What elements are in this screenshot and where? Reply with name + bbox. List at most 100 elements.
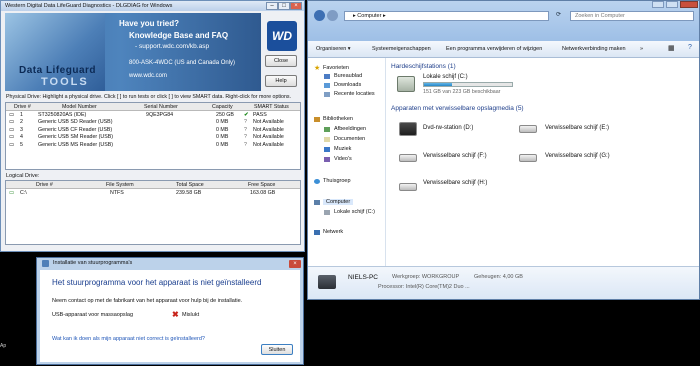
nav-music[interactable]: Muziek (334, 146, 351, 152)
workgroup: Werkgroep: WORKGROUP (392, 274, 460, 280)
table-row[interactable]: ▭ 5 Generic USB MS Reader (USB) 0 MB? Not Av… (6, 141, 300, 148)
minimize-button[interactable]: – (266, 2, 278, 10)
col-drive[interactable]: Drive # (14, 104, 31, 110)
removable-group-header[interactable]: Apparaten met verwisselbare opslagmedia … (391, 105, 524, 112)
help-button[interactable]: Help (265, 75, 297, 87)
col-serial[interactable]: Serial Number (144, 104, 178, 110)
col-filesystem[interactable]: File System (106, 182, 134, 188)
nav-local-disk[interactable]: Lokale schijf (C:) (334, 209, 375, 215)
dvd-drive-icon[interactable] (399, 122, 417, 136)
nav-computer[interactable]: Computer (323, 199, 354, 205)
nav-downloads[interactable]: Downloads (334, 82, 361, 88)
device-icon (42, 260, 49, 267)
nav-desktop[interactable]: Bureaublad (334, 73, 362, 79)
help-icon[interactable]: ? (688, 44, 692, 51)
table-row[interactable]: ▭ 2 Generic USB SD Reader (USB) 0 MB? Not Av… (6, 118, 300, 125)
nav-favorites[interactable]: Favorieten (323, 65, 349, 71)
star-icon: ★ (314, 65, 321, 72)
dvd-drive-label[interactable]: Dvd-rw-station (D:) (423, 125, 473, 131)
col-capacity[interactable]: Capacity (212, 104, 233, 110)
toolbar-more[interactable]: » (640, 46, 643, 52)
toolbar-uninstall[interactable]: Een programma verwijderen of wijzigen (446, 46, 542, 52)
drive-icon: ▭ (9, 126, 15, 133)
removable-g-label[interactable]: Verwisselbare schijf (G:) (545, 153, 610, 159)
removable-h-label[interactable]: Verwisselbare schijf (H:) (423, 180, 487, 186)
computer-icon (318, 275, 336, 289)
toolbar-organize[interactable]: Organiseren ▾ (316, 46, 351, 52)
pictures-icon (324, 127, 330, 132)
cell-capacity: 0 MB (216, 126, 229, 133)
hdd-group-header[interactable]: Hardeschijfstations (1) (391, 63, 456, 70)
close-window-button[interactable] (680, 1, 698, 8)
cell-smart: Not Available (253, 134, 284, 141)
maximize-button[interactable] (666, 1, 678, 8)
help-phone: 800-ASK-4WDC (US and Canada Only) (129, 60, 236, 66)
col-free[interactable]: Free Space (248, 182, 275, 188)
back-arrow-icon[interactable] (314, 10, 325, 21)
explorer-window: ▸ Computer ▸ ⟳ Zoeken in Computer Organi… (307, 0, 700, 300)
error-x-icon: ✖ (172, 310, 179, 319)
explorer-content: Hardeschijfstations (1) Lokale schijf (C… (387, 58, 699, 266)
local-disk-free: 151 GB van 223 GB beschikbaar (423, 89, 501, 95)
network-icon (314, 230, 320, 235)
col-model[interactable]: Model Number (62, 104, 97, 110)
nav-libraries[interactable]: Bibliotheken (323, 116, 353, 122)
maximize-button[interactable]: □ (278, 2, 290, 10)
table-row[interactable]: ▭ 4 Generic USB SM Reader (USB) 0 MB? Not Av… (6, 133, 300, 140)
col-logical-drive[interactable]: Drive # (36, 182, 53, 188)
col-total[interactable]: Total Space (176, 182, 204, 188)
table-row[interactable]: ▭ C:\ NTFS 239.58 GB 163.08 GB (6, 189, 300, 196)
close-window-button[interactable]: × (290, 2, 302, 10)
wd-diagnostics-window: Western Digital Data LifeGuard Diagnosti… (0, 0, 305, 252)
search-input[interactable]: Zoeken in Computer (570, 11, 694, 21)
removable-drive-icon[interactable] (399, 154, 417, 162)
driver-install-dialog: Installatie van stuurprogramma's × Het s… (36, 257, 304, 365)
help-url[interactable]: - support.wdc.com/kb.asp (135, 43, 209, 50)
refresh-icon[interactable]: ⟳ (556, 11, 564, 21)
drive-icon: ▭ (9, 112, 15, 118)
table-row[interactable]: ▭ 3 Generic USB CF Reader (USB) 0 MB? Not Av… (6, 126, 300, 133)
dialog-heading: Het stuurprogramma voor het apparaat is … (52, 278, 262, 287)
removable-drive-icon[interactable] (519, 125, 537, 133)
cell-capacity: 0 MB (216, 141, 229, 148)
cell-capacity: 0 MB (216, 119, 229, 126)
removable-drive-icon[interactable] (399, 183, 417, 191)
device-status: Mislukt (182, 312, 200, 318)
nav-recent[interactable]: Recente locaties (334, 91, 375, 97)
help-link[interactable]: Wat kan ik doen als mijn apparaat niet c… (52, 336, 205, 342)
toolbar-network[interactable]: Netwerkverbinding maken (562, 46, 626, 52)
nav-homegroup[interactable]: Thuisgroep (323, 178, 351, 184)
removable-f-label[interactable]: Verwisselbare schijf (F:) (423, 153, 487, 159)
cell-model: Generic USB CF Reader (USB) (38, 126, 113, 133)
view-options-icon[interactable]: ▦ (668, 44, 675, 52)
toolbar-system-properties[interactable]: Systeemeigenschappen (372, 46, 431, 52)
breadcrumb[interactable]: ▸ Computer ▸ (353, 13, 386, 19)
help-kb: Knowledge Base and FAQ (129, 31, 229, 40)
dialog-close-button[interactable]: × (289, 260, 301, 268)
cell-free: 163.08 GB (250, 190, 276, 196)
details-pane: NIELS-PC Werkgroep: WORKGROUP Geheugen: … (308, 266, 699, 299)
help-site[interactable]: www.wdc.com (129, 73, 167, 79)
nav-network[interactable]: Netwerk (323, 229, 343, 235)
logical-drive-table: Drive # File System Total Space Free Spa… (5, 180, 301, 245)
logical-drive-header: Drive # File System Total Space Free Spa… (6, 181, 300, 189)
removable-e-label[interactable]: Verwisselbare schijf (E:) (545, 125, 609, 131)
local-disk-icon[interactable] (397, 76, 415, 92)
logo-line1: Data Lifeguard (19, 65, 97, 76)
checkmark-icon: ✔ (244, 112, 249, 118)
close-button[interactable]: Close (265, 55, 297, 67)
nav-videos[interactable]: Video's (334, 156, 352, 162)
drive-icon: ▭ (9, 134, 15, 141)
col-smart[interactable]: SMART Status (254, 104, 289, 110)
nav-documents[interactable]: Documenten (334, 136, 365, 142)
nav-pictures[interactable]: Afbeeldingen (334, 126, 366, 132)
local-disk-name[interactable]: Lokale schijf (C:) (423, 74, 468, 80)
table-row[interactable]: ▭ 1 ST3250820AS (IDE) 9QE3PG84 250 GB ✔ PASS (6, 111, 300, 118)
address-bar[interactable]: ▸ Computer ▸ (344, 11, 549, 21)
cell-model: Generic USB SD Reader (USB) (38, 119, 113, 126)
minimize-button[interactable] (652, 1, 664, 8)
wd-title: Western Digital Data LifeGuard Diagnosti… (5, 3, 173, 9)
removable-drive-icon[interactable] (519, 154, 537, 162)
forward-arrow-icon[interactable] (327, 10, 338, 21)
dialog-close-button-bottom[interactable]: Sluiten (261, 344, 293, 355)
